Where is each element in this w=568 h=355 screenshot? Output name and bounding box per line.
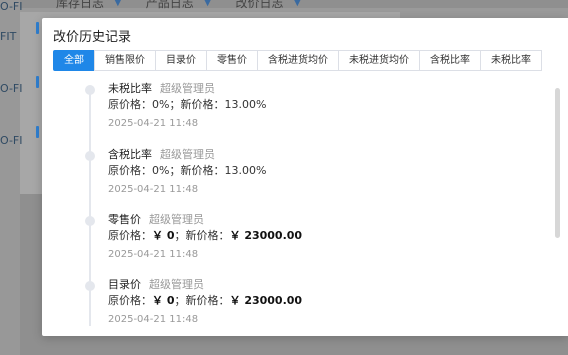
- old-price: 0%: [152, 164, 170, 177]
- old-price-label: 原价格：: [108, 164, 152, 177]
- filter-icon: ▼: [293, 0, 302, 8]
- new-price: 13.00%: [224, 164, 267, 177]
- old-price-label: 原价格：: [108, 98, 152, 111]
- bg-tab-stock-log[interactable]: 库存日志 ▼: [56, 0, 122, 11]
- entry-time: 2025-04-21 11:48: [108, 184, 199, 195]
- entry-field: 目录价: [108, 278, 141, 291]
- tab-tax-incl-ratio[interactable]: 含税比率: [419, 50, 481, 71]
- filter-icon: ▼: [114, 0, 122, 8]
- left-code: O-FI: [0, 82, 23, 95]
- new-price: ￥ 23000.00: [229, 294, 303, 307]
- tab-all[interactable]: 全部: [53, 50, 95, 71]
- entry-user: 超级管理员: [160, 82, 215, 95]
- timeline-dot: [85, 216, 95, 226]
- old-price: 0%: [152, 98, 170, 111]
- vertical-scrollbar[interactable]: [555, 88, 560, 238]
- entry-field: 未税比率: [108, 82, 152, 95]
- tab-tax-excl-ratio[interactable]: 未税比率: [480, 50, 542, 71]
- entry-user: 超级管理员: [149, 213, 204, 226]
- entry-user: 超级管理员: [149, 278, 204, 291]
- old-price: ￥ 0: [152, 229, 175, 242]
- background-tabs: 库存日志 ▼ 产品日志 ▼ 改价日志 ▼: [56, 0, 301, 11]
- entry-time: 2025-04-21 11:48: [108, 118, 199, 129]
- tab-catalog-price[interactable]: 目录价: [155, 50, 207, 71]
- new-price-label: ；新价格：: [174, 294, 230, 307]
- tab-tax-excl-avg-cost[interactable]: 未税进货均价: [338, 50, 420, 71]
- old-price-label: 原价格：: [108, 229, 152, 242]
- timeline-dot: [85, 281, 95, 291]
- row-marker: [36, 76, 39, 88]
- new-price-label: ；新价格：: [169, 164, 225, 177]
- left-code: FIT: [0, 30, 17, 43]
- timeline-dot: [85, 151, 95, 161]
- left-code: O-FI: [0, 0, 23, 13]
- dialog-title: 改价历史记录: [53, 30, 132, 45]
- bg-tab-product-log[interactable]: 产品日志 ▼: [146, 0, 212, 11]
- history-timeline: 未税比率 超级管理员 原价格：0%；新价格：13.00% 2025-04-21 1…: [80, 80, 550, 332]
- entry-time: 2025-04-21 11:48: [108, 314, 199, 325]
- tab-sales-limit-price[interactable]: 销售限价: [94, 50, 156, 71]
- filter-icon: ▼: [203, 0, 212, 8]
- entry-field: 含税比率: [108, 148, 152, 161]
- row-marker: [36, 22, 39, 34]
- timeline-dot: [85, 85, 95, 95]
- left-code: O-FI: [0, 134, 23, 147]
- row-marker: [36, 126, 39, 138]
- entry-user: 超级管理员: [160, 148, 215, 161]
- left-strip: [0, 0, 20, 355]
- new-price: ￥ 23000.00: [229, 229, 303, 242]
- entry-time: 2025-04-21 11:48: [108, 249, 199, 260]
- tab-retail-price[interactable]: 零售价: [206, 50, 258, 71]
- price-history-dialog: 改价历史记录 全部 销售限价 目录价 零售价 含税进货均价 未税进货均价 含税比…: [42, 18, 568, 336]
- new-price: 13.00%: [224, 98, 267, 111]
- entry-field: 零售价: [108, 213, 141, 226]
- price-type-tabs: 全部 销售限价 目录价 零售价 含税进货均价 未税进货均价 含税比率 未税比率: [53, 50, 542, 71]
- new-price-label: ；新价格：: [174, 229, 230, 242]
- new-price-label: ；新价格：: [169, 98, 225, 111]
- old-price: ￥ 0: [152, 294, 175, 307]
- tab-tax-incl-avg-cost[interactable]: 含税进货均价: [257, 50, 339, 71]
- old-price-label: 原价格：: [108, 294, 152, 307]
- bg-tab-price-log[interactable]: 改价日志 ▼: [235, 0, 301, 11]
